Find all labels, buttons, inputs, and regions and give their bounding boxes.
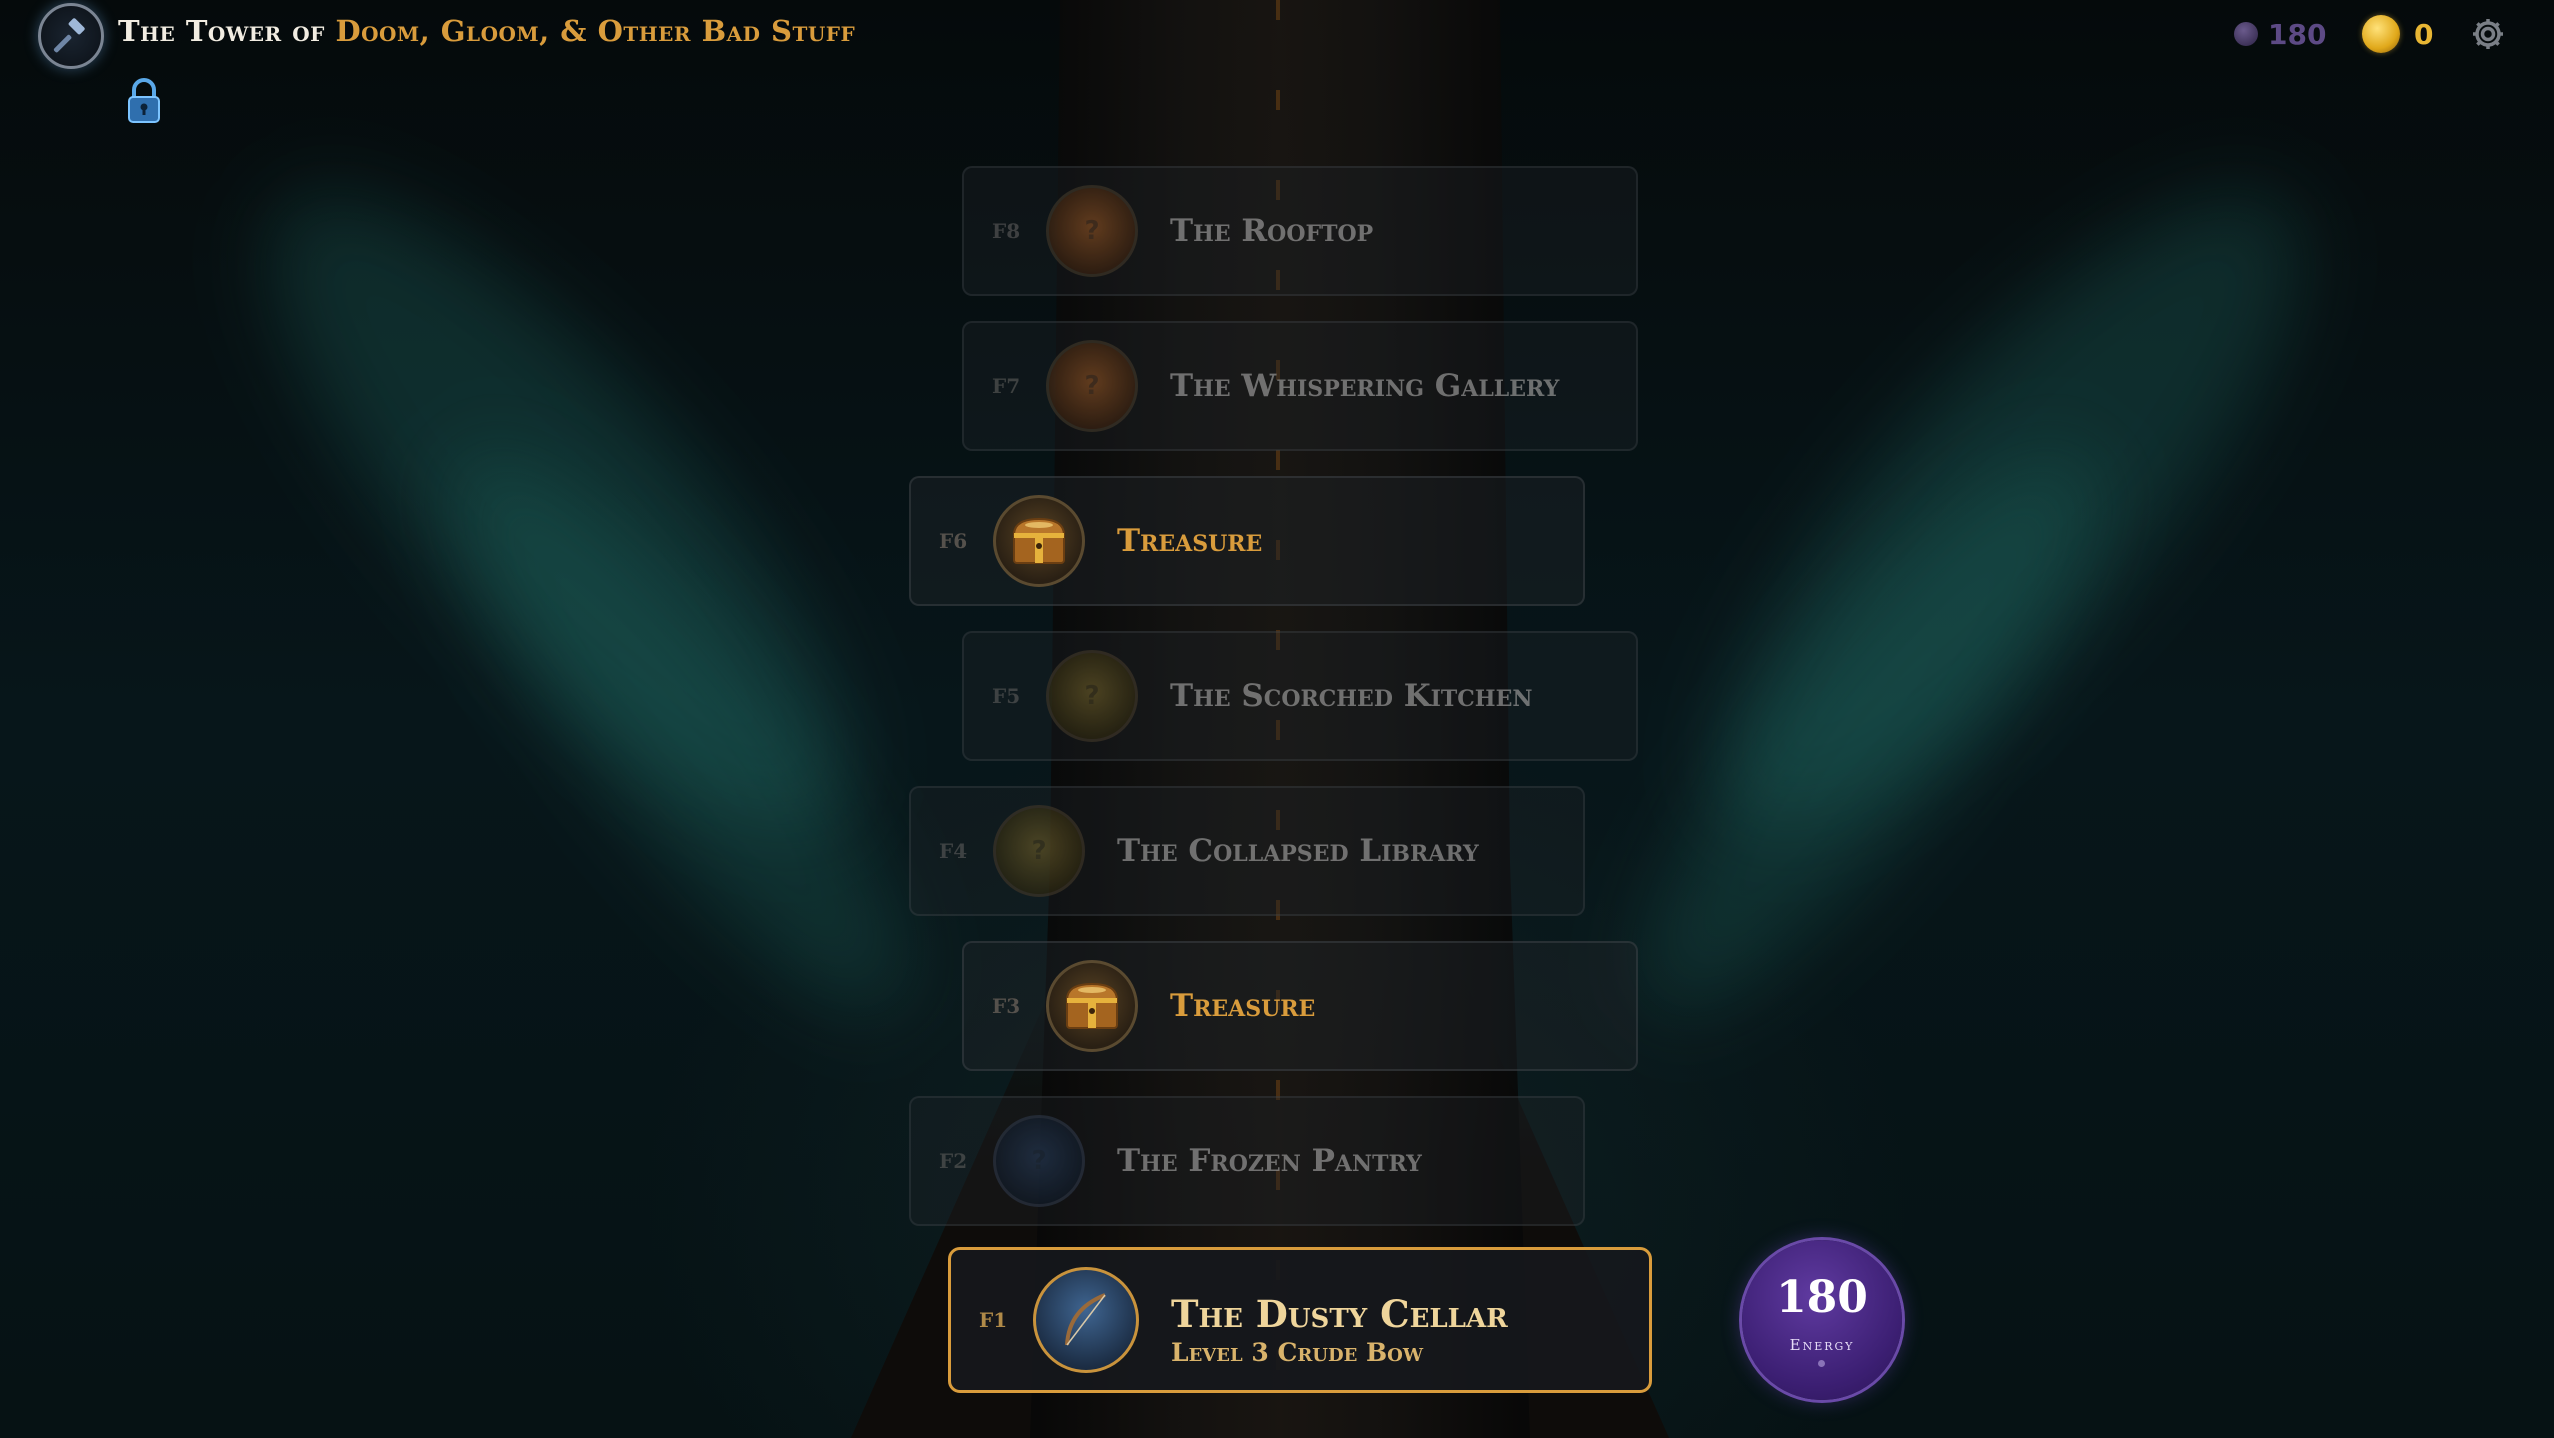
gold-counter: 0 <box>2362 14 2433 54</box>
page-title: The Tower of Doom, Gloom, & Other Bad St… <box>118 14 856 48</box>
floor-number: F8 <box>992 219 1021 243</box>
gold-coin-icon <box>2362 15 2400 53</box>
floor-number: F5 <box>992 684 1021 708</box>
hammer-icon[interactable] <box>38 3 104 69</box>
floor-row-f7[interactable]: F7 ? The Whispering Gallery <box>962 321 1638 451</box>
energy-dot-icon <box>1818 1360 1825 1367</box>
floor-row-f5[interactable]: F5 ? The Scorched Kitchen <box>962 631 1638 761</box>
energy-badge-value: 180 <box>1776 1272 1868 1323</box>
floor-name: The Scorched Kitchen <box>1170 678 1533 714</box>
top-bar: The Tower of Doom, Gloom, & Other Bad St… <box>0 0 2554 123</box>
gold-value: 0 <box>2414 17 2434 51</box>
floor-name: Treasure <box>1170 988 1316 1024</box>
floor-number: F3 <box>992 994 1021 1018</box>
floor-name: The Frozen Pantry <box>1117 1143 1422 1179</box>
floor-row-f2[interactable]: F2 ? The Frozen Pantry <box>909 1096 1585 1226</box>
floor-row-f8[interactable]: F8 ? The Rooftop <box>962 166 1638 296</box>
floor-name: The Collapsed Library <box>1117 833 1479 869</box>
bow-icon <box>1033 1267 1139 1373</box>
floor-reward: Level 3 Crude Bow <box>1171 1338 1424 1367</box>
energy-badge-label: Energy <box>1789 1336 1855 1354</box>
floor-name: The Whispering Gallery <box>1170 368 1560 404</box>
unknown-floor-icon: ? <box>993 1115 1085 1207</box>
floor-row-f3[interactable]: F3 Treasure <box>962 941 1638 1071</box>
energy-badge[interactable]: 180 Energy <box>1742 1240 1902 1400</box>
unknown-floor-icon: ? <box>1046 340 1138 432</box>
energy-counter: 180 <box>2234 14 2326 54</box>
unknown-floor-icon: ? <box>993 805 1085 897</box>
floor-number: F2 <box>939 1149 968 1173</box>
floor-number: F4 <box>939 839 968 863</box>
floor-number: F6 <box>939 529 968 553</box>
floor-row-f1-current[interactable]: F1 The Dusty Cellar Level 3 Crude Bow <box>948 1247 1652 1393</box>
floor-row-f4[interactable]: F4 ? The Collapsed Library <box>909 786 1585 916</box>
energy-value: 180 <box>2268 17 2327 51</box>
lock-icon[interactable] <box>124 76 164 126</box>
floor-number: F1 <box>979 1308 1008 1332</box>
floor-name: The Dusty Cellar <box>1171 1292 1508 1336</box>
unknown-floor-icon: ? <box>1046 185 1138 277</box>
unknown-floor-icon: ? <box>1046 650 1138 742</box>
treasure-chest-icon <box>993 495 1085 587</box>
floor-row-f6[interactable]: F6 Treasure <box>909 476 1585 606</box>
floor-name: The Rooftop <box>1170 213 1374 249</box>
treasure-chest-icon <box>1046 960 1138 1052</box>
floor-name: Treasure <box>1117 523 1263 559</box>
gear-icon[interactable] <box>2470 16 2506 52</box>
floor-number: F7 <box>992 374 1021 398</box>
energy-orb-icon <box>2234 22 2258 46</box>
